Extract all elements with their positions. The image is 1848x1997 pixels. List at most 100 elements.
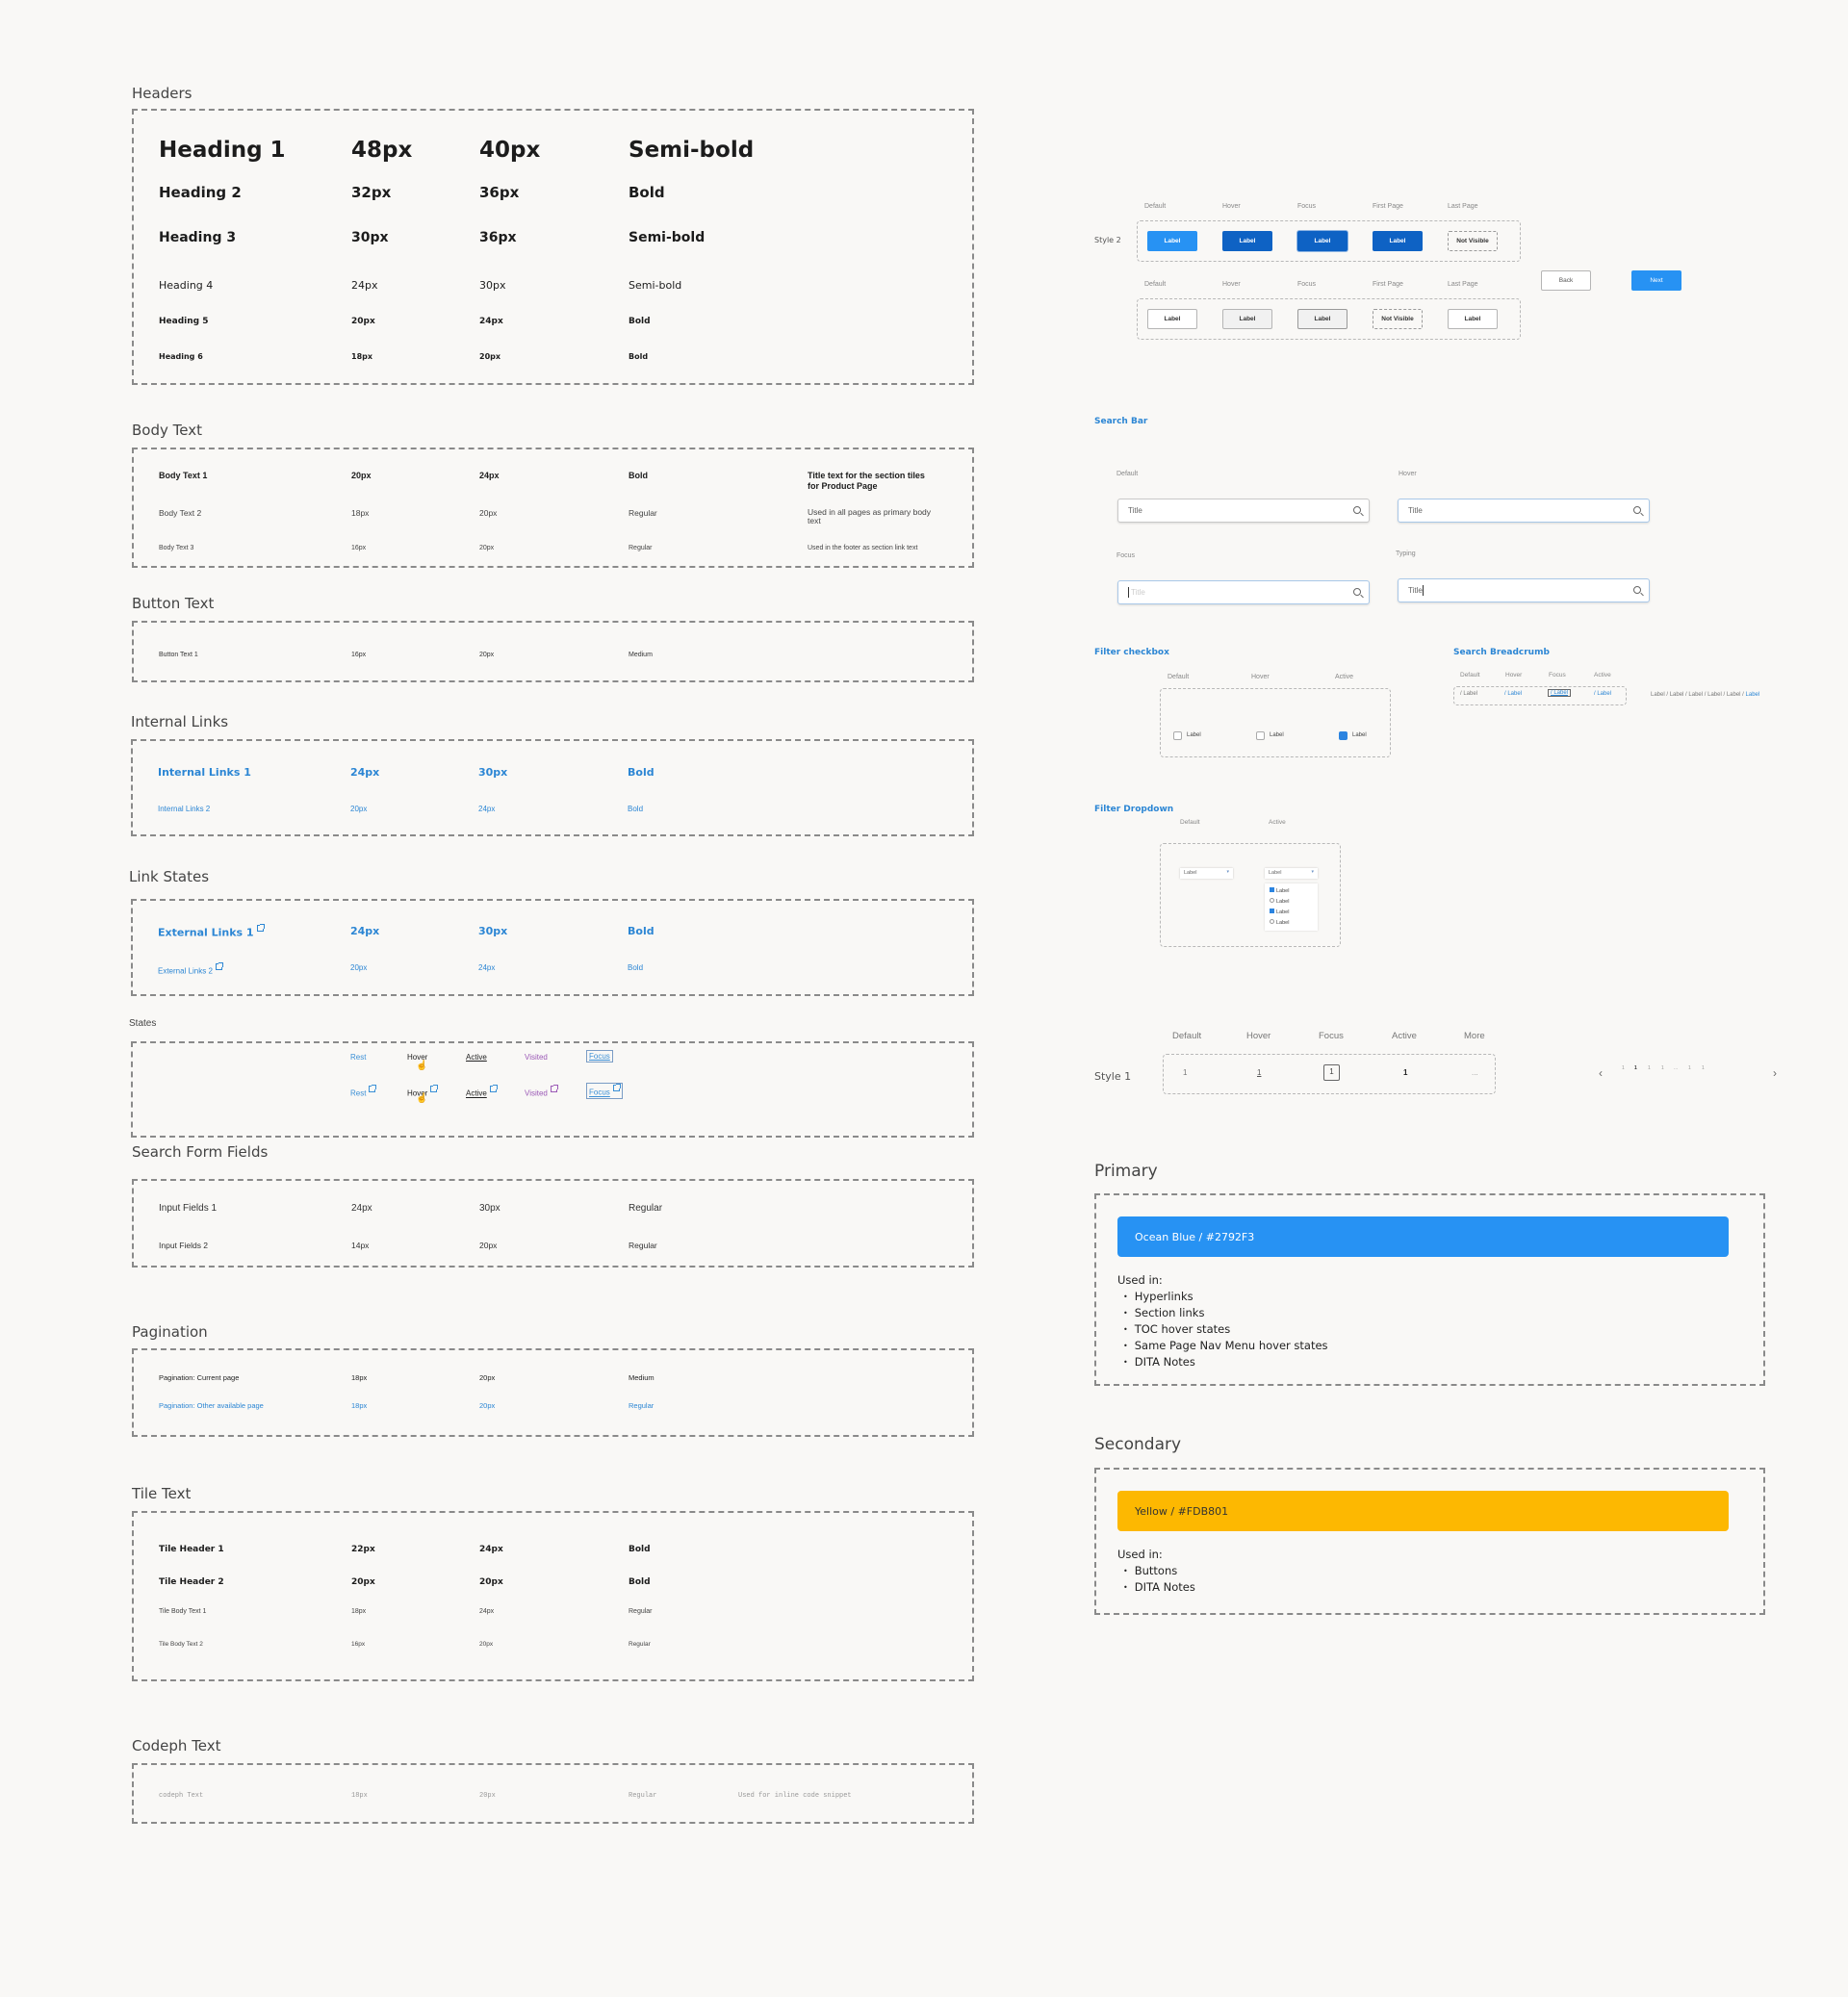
type-line-height: 20px bbox=[479, 352, 501, 361]
page-default[interactable]: 1 bbox=[1183, 1068, 1187, 1077]
dropdown-active[interactable]: Label ▾ bbox=[1265, 868, 1318, 879]
chevron-left-icon[interactable]: ‹ bbox=[1599, 1066, 1603, 1080]
internal-link-sample[interactable]: Internal Links 2 bbox=[158, 805, 210, 813]
search-field-focus[interactable]: Title bbox=[1117, 580, 1370, 604]
search-icon[interactable] bbox=[1353, 588, 1361, 596]
search-icon[interactable] bbox=[1633, 586, 1641, 594]
pager-page[interactable]: 1 bbox=[1661, 1065, 1664, 1071]
type-name: Pagination: Other available page bbox=[159, 1401, 264, 1410]
search-field-value: Title bbox=[1408, 586, 1423, 595]
type-weight: Bold bbox=[628, 963, 644, 972]
type-size: 20px bbox=[351, 1577, 375, 1587]
dropdown-option[interactable]: Label bbox=[1270, 909, 1289, 915]
breadcrumb-active[interactable]: / Label bbox=[1594, 691, 1611, 697]
breadcrumb-item[interactable]: Label bbox=[1688, 692, 1703, 698]
pager-page[interactable]: 1 bbox=[1648, 1065, 1651, 1071]
dropdown-option[interactable]: Label bbox=[1270, 919, 1289, 926]
page-hover[interactable]: 1 bbox=[1257, 1068, 1261, 1077]
ext-link-state-rest[interactable]: Rest bbox=[350, 1085, 377, 1098]
chevron-right-icon[interactable]: › bbox=[1773, 1066, 1777, 1080]
internal-link-sample[interactable]: Internal Links 1 bbox=[158, 766, 251, 779]
breadcrumb-item[interactable]: Label bbox=[1670, 692, 1684, 698]
pager-button-hover[interactable]: Label bbox=[1222, 231, 1272, 251]
checkbox-checked-icon bbox=[1270, 887, 1274, 892]
state-text: Visited bbox=[525, 1088, 548, 1098]
search-icon[interactable] bbox=[1633, 506, 1641, 514]
breadcrumb-focus[interactable]: / Label bbox=[1548, 689, 1572, 697]
dropdown-option[interactable]: Label bbox=[1270, 887, 1289, 894]
link-state-focus[interactable]: Focus bbox=[586, 1050, 613, 1063]
pager-page[interactable]: 1 bbox=[1622, 1065, 1625, 1071]
breadcrumb-item-current[interactable]: Label bbox=[1746, 692, 1760, 698]
type-weight: Bold bbox=[629, 1577, 651, 1587]
checkbox-unchecked-icon bbox=[1270, 919, 1274, 924]
search-field-default[interactable]: Title bbox=[1117, 499, 1370, 523]
back-button[interactable]: Back bbox=[1541, 270, 1591, 291]
state-label: Active bbox=[1392, 1031, 1417, 1041]
ext-link-state-focus[interactable]: Focus bbox=[586, 1083, 623, 1099]
link-state-rest[interactable]: Rest bbox=[350, 1053, 366, 1062]
type-line-height: 24px bbox=[479, 471, 500, 480]
pager-button-default[interactable]: Label bbox=[1147, 309, 1197, 329]
pagination-type-box: Pagination: Current page 18px 20px Mediu… bbox=[132, 1348, 974, 1437]
breadcrumb-hover[interactable]: / Label bbox=[1504, 691, 1522, 697]
type-weight: Regular bbox=[629, 1792, 657, 1800]
state-label: First Page bbox=[1373, 281, 1403, 288]
codeph-text-box: codeph Text 18px 20px Regular Used for i… bbox=[132, 1763, 974, 1824]
breadcrumb-default[interactable]: / Label bbox=[1460, 691, 1477, 697]
search-field-hover[interactable]: Title bbox=[1398, 499, 1650, 523]
state-label: Active bbox=[1594, 672, 1611, 678]
dropdown-default[interactable]: Label ▾ bbox=[1180, 868, 1233, 879]
link-state-visited[interactable]: Visited bbox=[525, 1053, 548, 1062]
page-more[interactable]: ... bbox=[1472, 1068, 1478, 1077]
ext-link-state-visited[interactable]: Visited bbox=[525, 1085, 558, 1098]
type-name: Pagination: Current page bbox=[159, 1373, 240, 1382]
pager-page[interactable]: 1 bbox=[1688, 1065, 1691, 1071]
pager-page[interactable]: 1 bbox=[1702, 1065, 1705, 1071]
type-name: Tile Header 1 bbox=[159, 1545, 224, 1554]
type-size: 24px bbox=[351, 1203, 372, 1214]
checkbox-active[interactable] bbox=[1339, 731, 1348, 740]
page-active[interactable]: 1 bbox=[1403, 1068, 1407, 1077]
state-text: Rest bbox=[350, 1088, 367, 1098]
section-title-body-text: Body Text bbox=[132, 422, 202, 439]
breadcrumb-states-box: / Label / Label / Label / Label bbox=[1453, 686, 1627, 705]
type-weight: Bold bbox=[629, 352, 649, 361]
breadcrumb-item[interactable]: Label bbox=[1707, 692, 1722, 698]
search-icon[interactable] bbox=[1353, 506, 1361, 514]
type-weight: Medium bbox=[629, 1373, 654, 1382]
next-button[interactable]: Next bbox=[1631, 270, 1681, 291]
pager-button-last-page[interactable]: Label bbox=[1448, 309, 1498, 329]
type-line-height: 20px bbox=[479, 1792, 496, 1800]
type-line-height: 20px bbox=[479, 508, 498, 518]
pointer-cursor-icon: ☝ bbox=[416, 1061, 428, 1071]
used-in-item: Buttons bbox=[1123, 1563, 1195, 1579]
type-size: 48px bbox=[351, 138, 413, 163]
option-label: Label bbox=[1276, 888, 1290, 894]
external-link-sample[interactable]: External Links 2 bbox=[158, 962, 223, 976]
type-name: Tile Header 2 bbox=[159, 1577, 224, 1587]
checkbox-default[interactable] bbox=[1173, 731, 1182, 740]
pager-button-focus[interactable]: Label bbox=[1297, 231, 1348, 251]
external-link-sample[interactable]: External Links 1 bbox=[158, 924, 265, 939]
search-field-typing[interactable]: Title bbox=[1398, 578, 1650, 602]
type-weight: Semi-bold bbox=[629, 230, 706, 245]
breadcrumb-item[interactable]: Label bbox=[1651, 692, 1665, 698]
pager-button-hover[interactable]: Label bbox=[1222, 309, 1272, 329]
pager-page-current[interactable]: 1 bbox=[1634, 1065, 1637, 1071]
pager-button-first-page[interactable]: Label bbox=[1373, 231, 1423, 251]
button-text-box: Button Text 1 16px 20px Medium bbox=[132, 621, 974, 682]
state-label: Typing bbox=[1396, 550, 1416, 557]
breadcrumb-item[interactable]: Label bbox=[1727, 692, 1741, 698]
link-state-active[interactable]: Active bbox=[466, 1053, 487, 1062]
state-label: Default bbox=[1172, 1031, 1202, 1041]
type-line-height: 20px bbox=[479, 1241, 498, 1250]
pager-button-focus[interactable]: Label bbox=[1297, 309, 1348, 329]
pager-button-default[interactable]: Label bbox=[1147, 231, 1197, 251]
ext-link-state-active[interactable]: Active bbox=[466, 1085, 498, 1098]
external-link-icon bbox=[215, 962, 223, 970]
page-focus[interactable]: 1 bbox=[1323, 1064, 1340, 1081]
checkbox-hover[interactable] bbox=[1256, 731, 1265, 740]
dropdown-option[interactable]: Label bbox=[1270, 898, 1289, 905]
type-note: Used for inline code snippet bbox=[738, 1792, 852, 1800]
